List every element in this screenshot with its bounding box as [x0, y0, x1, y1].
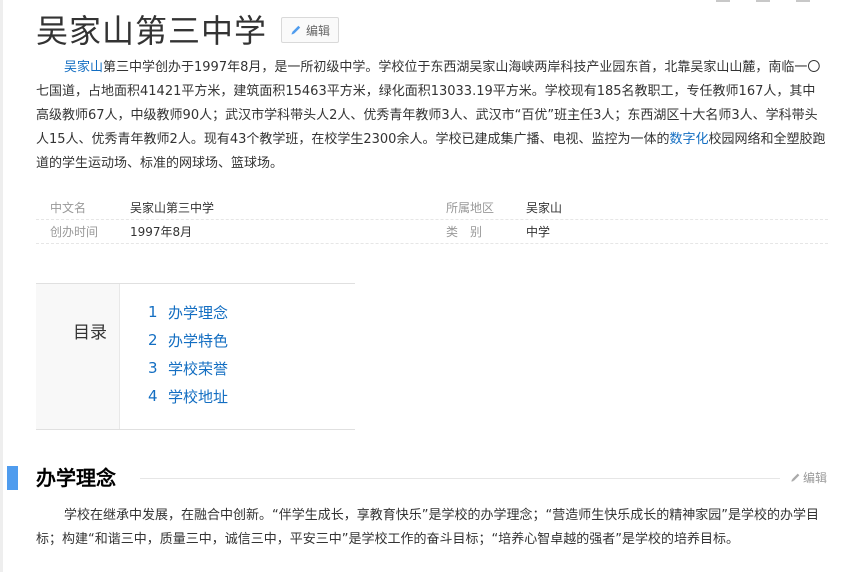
toc-item-label: 学校地址	[168, 387, 229, 406]
info-value: 1997年8月	[130, 225, 193, 239]
pencil-icon	[291, 25, 301, 35]
info-label: 中文名	[50, 201, 87, 215]
section-edit-button[interactable]: 编辑	[790, 469, 827, 486]
section-divider	[140, 478, 780, 479]
top-toolbar-partial[interactable]	[716, 0, 810, 2]
toc-item-label: 办学理念	[168, 303, 229, 322]
toc-item-label: 学校荣誉	[168, 359, 229, 378]
info-row: 创办时间 1997年8月 类 别 中学	[36, 220, 828, 244]
section-title: 办学理念	[36, 466, 116, 490]
toolbar-icon-1[interactable]	[716, 0, 730, 2]
toolbar-icon-3[interactable]	[796, 0, 810, 2]
info-label: 创办时间	[50, 225, 99, 239]
toc-item-label: 办学特色	[168, 331, 229, 350]
info-label: 所属地区	[446, 201, 495, 215]
toc-item-honors[interactable]: 3 学校荣誉	[148, 354, 228, 382]
toc-title-column: 目录	[36, 284, 120, 429]
title-row: 吴家山第三中学 编辑	[36, 6, 340, 52]
info-row: 中文名 吴家山第三中学 所属地区 吴家山	[36, 196, 828, 220]
edit-button[interactable]: 编辑	[281, 17, 340, 43]
info-value: 吴家山	[526, 201, 563, 215]
toc-item-number: 4	[148, 387, 158, 405]
toc-item-number: 2	[148, 331, 158, 349]
page-title: 吴家山第三中学	[36, 12, 268, 50]
edit-button-label: 编辑	[306, 23, 331, 38]
section-paragraph: 学校在继承中发展，在融合中创新。“伴学生成长，享教育快乐”是学校的办学理念；“营…	[36, 508, 819, 547]
toc-item-number: 1	[148, 303, 158, 321]
toc-item-philosophy[interactable]: 1 办学理念	[148, 298, 228, 326]
toc-title: 目录	[73, 323, 107, 343]
info-label: 类 别	[446, 225, 483, 239]
summary-link-wujiashan[interactable]: 吴家山	[64, 60, 103, 75]
section-marker-bar	[7, 466, 18, 490]
pencil-icon	[791, 473, 800, 482]
toc-item-features[interactable]: 2 办学特色	[148, 326, 228, 354]
section-edit-label: 编辑	[802, 471, 827, 485]
toc-item-number: 3	[148, 359, 158, 377]
info-value: 吴家山第三中学	[130, 201, 215, 215]
section-header: 办学理念 编辑	[0, 466, 848, 490]
toolbar-icon-2[interactable]	[756, 0, 770, 2]
table-of-contents: 目录 1 办学理念 2 办学特色 3 学校荣誉 4 学校地址	[36, 283, 355, 430]
basic-info-table: 中文名 吴家山第三中学 所属地区 吴家山 创办时间 1997年8月 类 别 中学	[36, 196, 828, 244]
summary-link-digital[interactable]: 数字化	[669, 132, 708, 147]
toc-item-address[interactable]: 4 学校地址	[148, 382, 228, 410]
info-value: 中学	[526, 225, 551, 239]
toc-list: 1 办学理念 2 办学特色 3 学校荣誉 4 学校地址	[120, 284, 228, 429]
summary-paragraph: 吴家山第三中学创办于1997年8月，是一所初级中学。学校位于东西湖吴家山海峡两岸…	[36, 56, 828, 176]
